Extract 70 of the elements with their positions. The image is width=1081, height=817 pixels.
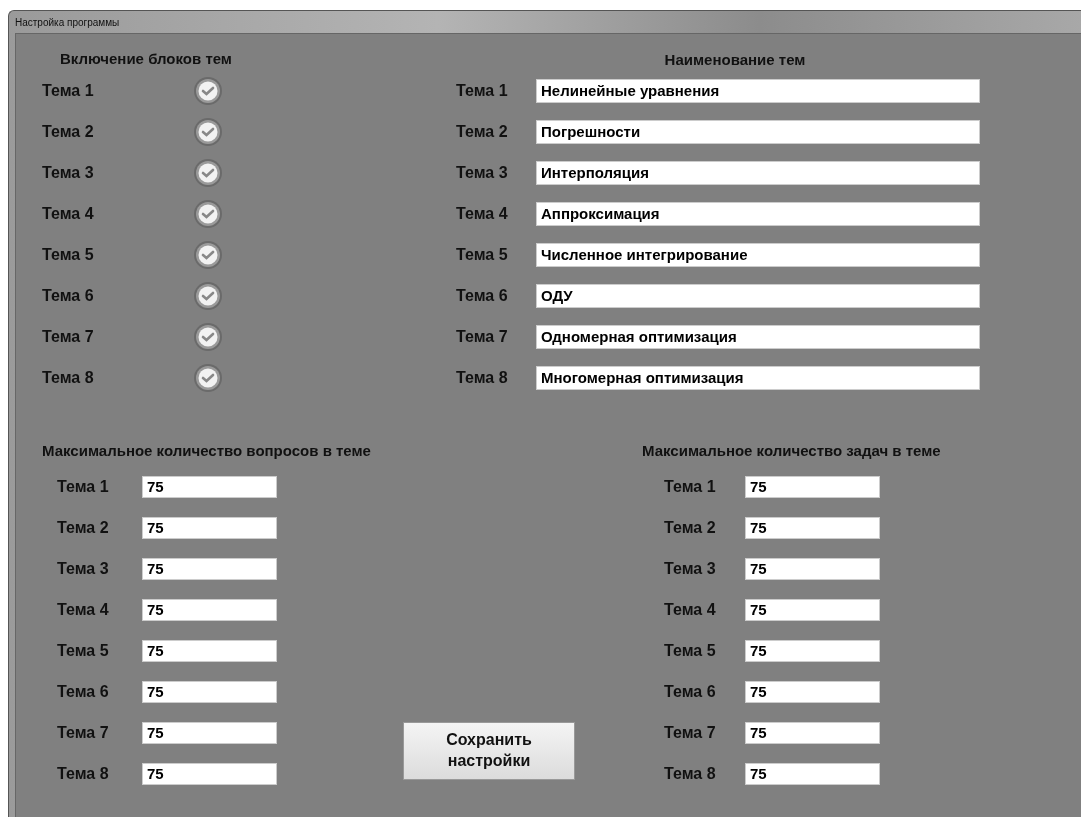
count-field[interactable]: 75 — [745, 680, 880, 703]
count-field[interactable]: 75 — [745, 598, 880, 621]
topic-label: Тема 5 — [664, 641, 717, 660]
count-field[interactable]: 75 — [142, 721, 277, 744]
topic-label: Тема 1 — [42, 81, 95, 100]
topic-label: Тема 6 — [57, 682, 110, 701]
topic-label: Тема 8 — [57, 764, 110, 783]
topic-label: Тема 6 — [664, 682, 717, 701]
topic-name-field[interactable]: Численное интегрирование — [536, 242, 980, 267]
checkbox[interactable] — [193, 321, 223, 352]
checkbox[interactable] — [193, 157, 223, 188]
topic-label: Тема 7 — [42, 327, 95, 346]
topic-label: Тема 3 — [57, 559, 110, 578]
checkbox[interactable] — [193, 239, 223, 270]
topic-label: Тема 3 — [664, 559, 717, 578]
topic-name-field[interactable]: Погрешности — [536, 119, 980, 144]
topic-label: Тема 4 — [42, 204, 95, 223]
topic-label: Тема 4 — [664, 600, 717, 619]
topic-label: Тема 8 — [42, 368, 95, 387]
topic-label: Тема 8 — [456, 368, 509, 387]
topic-label: Тема 5 — [57, 641, 110, 660]
topic-name-field[interactable]: Аппроксимация — [536, 201, 980, 226]
save-settings-button[interactable]: Сохранить настройки — [403, 722, 575, 780]
count-field[interactable]: 75 — [745, 639, 880, 662]
count-field[interactable]: 75 — [142, 516, 277, 539]
count-field[interactable]: 75 — [142, 680, 277, 703]
topic-label: Тема 7 — [456, 327, 509, 346]
topic-label: Тема 1 — [57, 477, 110, 496]
topic-name-field[interactable]: ОДУ — [536, 283, 980, 308]
window-title: Настройка программы — [15, 16, 120, 28]
count-field[interactable]: 75 — [745, 762, 880, 785]
topic-name-field[interactable]: Одномерная оптимизация — [536, 324, 980, 349]
checkbox[interactable] — [193, 75, 223, 106]
count-field[interactable]: 75 — [142, 639, 277, 662]
count-field[interactable]: 75 — [142, 557, 277, 580]
section-heading: Максимальное количество вопросов в теме — [42, 442, 371, 459]
section-heading: Максимальное количество задач в теме — [642, 442, 941, 459]
topic-label: Тема 2 — [57, 518, 110, 537]
topic-name-field[interactable]: Многомерная оптимизация — [536, 365, 980, 390]
checkbox[interactable] — [193, 198, 223, 229]
topic-label: Тема 4 — [456, 204, 509, 223]
section-heading: Включение блоков тем — [60, 50, 232, 67]
topic-label: Тема 6 — [456, 286, 509, 305]
topic-label: Тема 7 — [57, 723, 110, 742]
count-field[interactable]: 75 — [745, 557, 880, 580]
topic-label: Тема 3 — [42, 163, 95, 182]
topic-label: Тема 1 — [456, 81, 509, 100]
count-field[interactable]: 75 — [745, 721, 880, 744]
count-field[interactable]: 75 — [142, 475, 277, 498]
count-field[interactable]: 75 — [142, 762, 277, 785]
checkbox[interactable] — [193, 116, 223, 147]
topic-label: Тема 4 — [57, 600, 110, 619]
topic-label: Тема 5 — [456, 245, 509, 264]
topic-name-field[interactable]: Интерполяция — [536, 160, 980, 185]
topic-label: Тема 2 — [664, 518, 717, 537]
topic-label: Тема 1 — [664, 477, 717, 496]
topic-label: Тема 7 — [664, 723, 717, 742]
section-heading: Наименование тем — [664, 50, 806, 68]
topic-label: Тема 3 — [456, 163, 509, 182]
count-field[interactable]: 75 — [745, 516, 880, 539]
count-field[interactable]: 75 — [142, 598, 277, 621]
topic-label: Тема 8 — [664, 764, 717, 783]
topic-label: Тема 6 — [42, 286, 95, 305]
checkbox[interactable] — [193, 362, 223, 393]
topic-label: Тема 2 — [456, 122, 509, 141]
topic-label: Тема 5 — [42, 245, 95, 264]
topic-name-field[interactable]: Нелинейные уравнения — [536, 78, 980, 103]
count-field[interactable]: 75 — [745, 475, 880, 498]
checkbox[interactable] — [193, 280, 223, 311]
topic-label: Тема 2 — [42, 122, 95, 141]
